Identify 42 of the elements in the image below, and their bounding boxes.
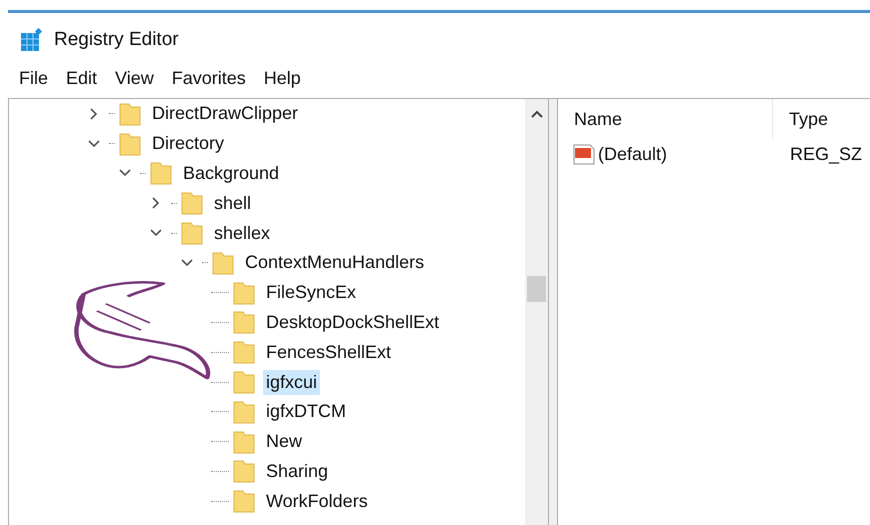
string-value-icon (572, 142, 596, 166)
tree-item[interactable]: Background (180, 160, 282, 186)
menu-item[interactable]: Help (254, 68, 310, 88)
folder-icon (233, 400, 255, 424)
folder-icon (233, 280, 255, 305)
folder-icon (233, 459, 255, 484)
folder-icon (233, 430, 255, 454)
tree-item[interactable]: DirectDrawClipper (149, 101, 302, 126)
folder-icon (150, 161, 172, 186)
tree-item[interactable]: WorkFolders (263, 488, 371, 514)
value-type: REG_SZ (789, 144, 864, 164)
column-header[interactable]: Type (773, 99, 869, 139)
tree-item[interactable]: New (263, 429, 306, 454)
folder-icon (181, 221, 203, 246)
scroll-up-icon[interactable] (531, 109, 544, 119)
tree-item[interactable]: shellex (211, 220, 274, 246)
tree-item[interactable]: FencesShellExt (263, 340, 394, 365)
folder-icon (181, 191, 203, 216)
tree-item[interactable]: shell (211, 190, 254, 216)
column-header[interactable]: Name (558, 99, 773, 139)
tree-item[interactable]: igfxcui (263, 370, 320, 395)
menu-item[interactable]: Edit (57, 68, 106, 88)
menu-item[interactable]: View (106, 68, 163, 88)
folder-icon (233, 370, 255, 394)
tree-item[interactable]: Directory (149, 131, 228, 156)
window-title: Registry Editor (54, 29, 179, 51)
folder-icon (233, 310, 255, 334)
tree-item[interactable]: DesktopDockShellExt (263, 310, 442, 335)
folder-icon (119, 102, 141, 126)
folder-icon (119, 132, 141, 156)
folder-icon (233, 340, 255, 364)
folder-icon (233, 489, 255, 514)
value-name: (Default) (597, 144, 668, 164)
tree-item[interactable]: FileSyncEx (263, 280, 360, 306)
registry-icon (20, 28, 44, 52)
folder-icon (212, 250, 234, 275)
menu-item[interactable]: Favorites (162, 68, 255, 88)
menu-item[interactable]: File (10, 68, 58, 88)
tree-item[interactable]: ContextMenuHandlers (242, 250, 428, 276)
tree-item[interactable]: igfxDTCM (263, 399, 349, 424)
scrollbar-thumb[interactable] (527, 276, 546, 302)
tree-item[interactable]: Sharing (263, 458, 332, 484)
